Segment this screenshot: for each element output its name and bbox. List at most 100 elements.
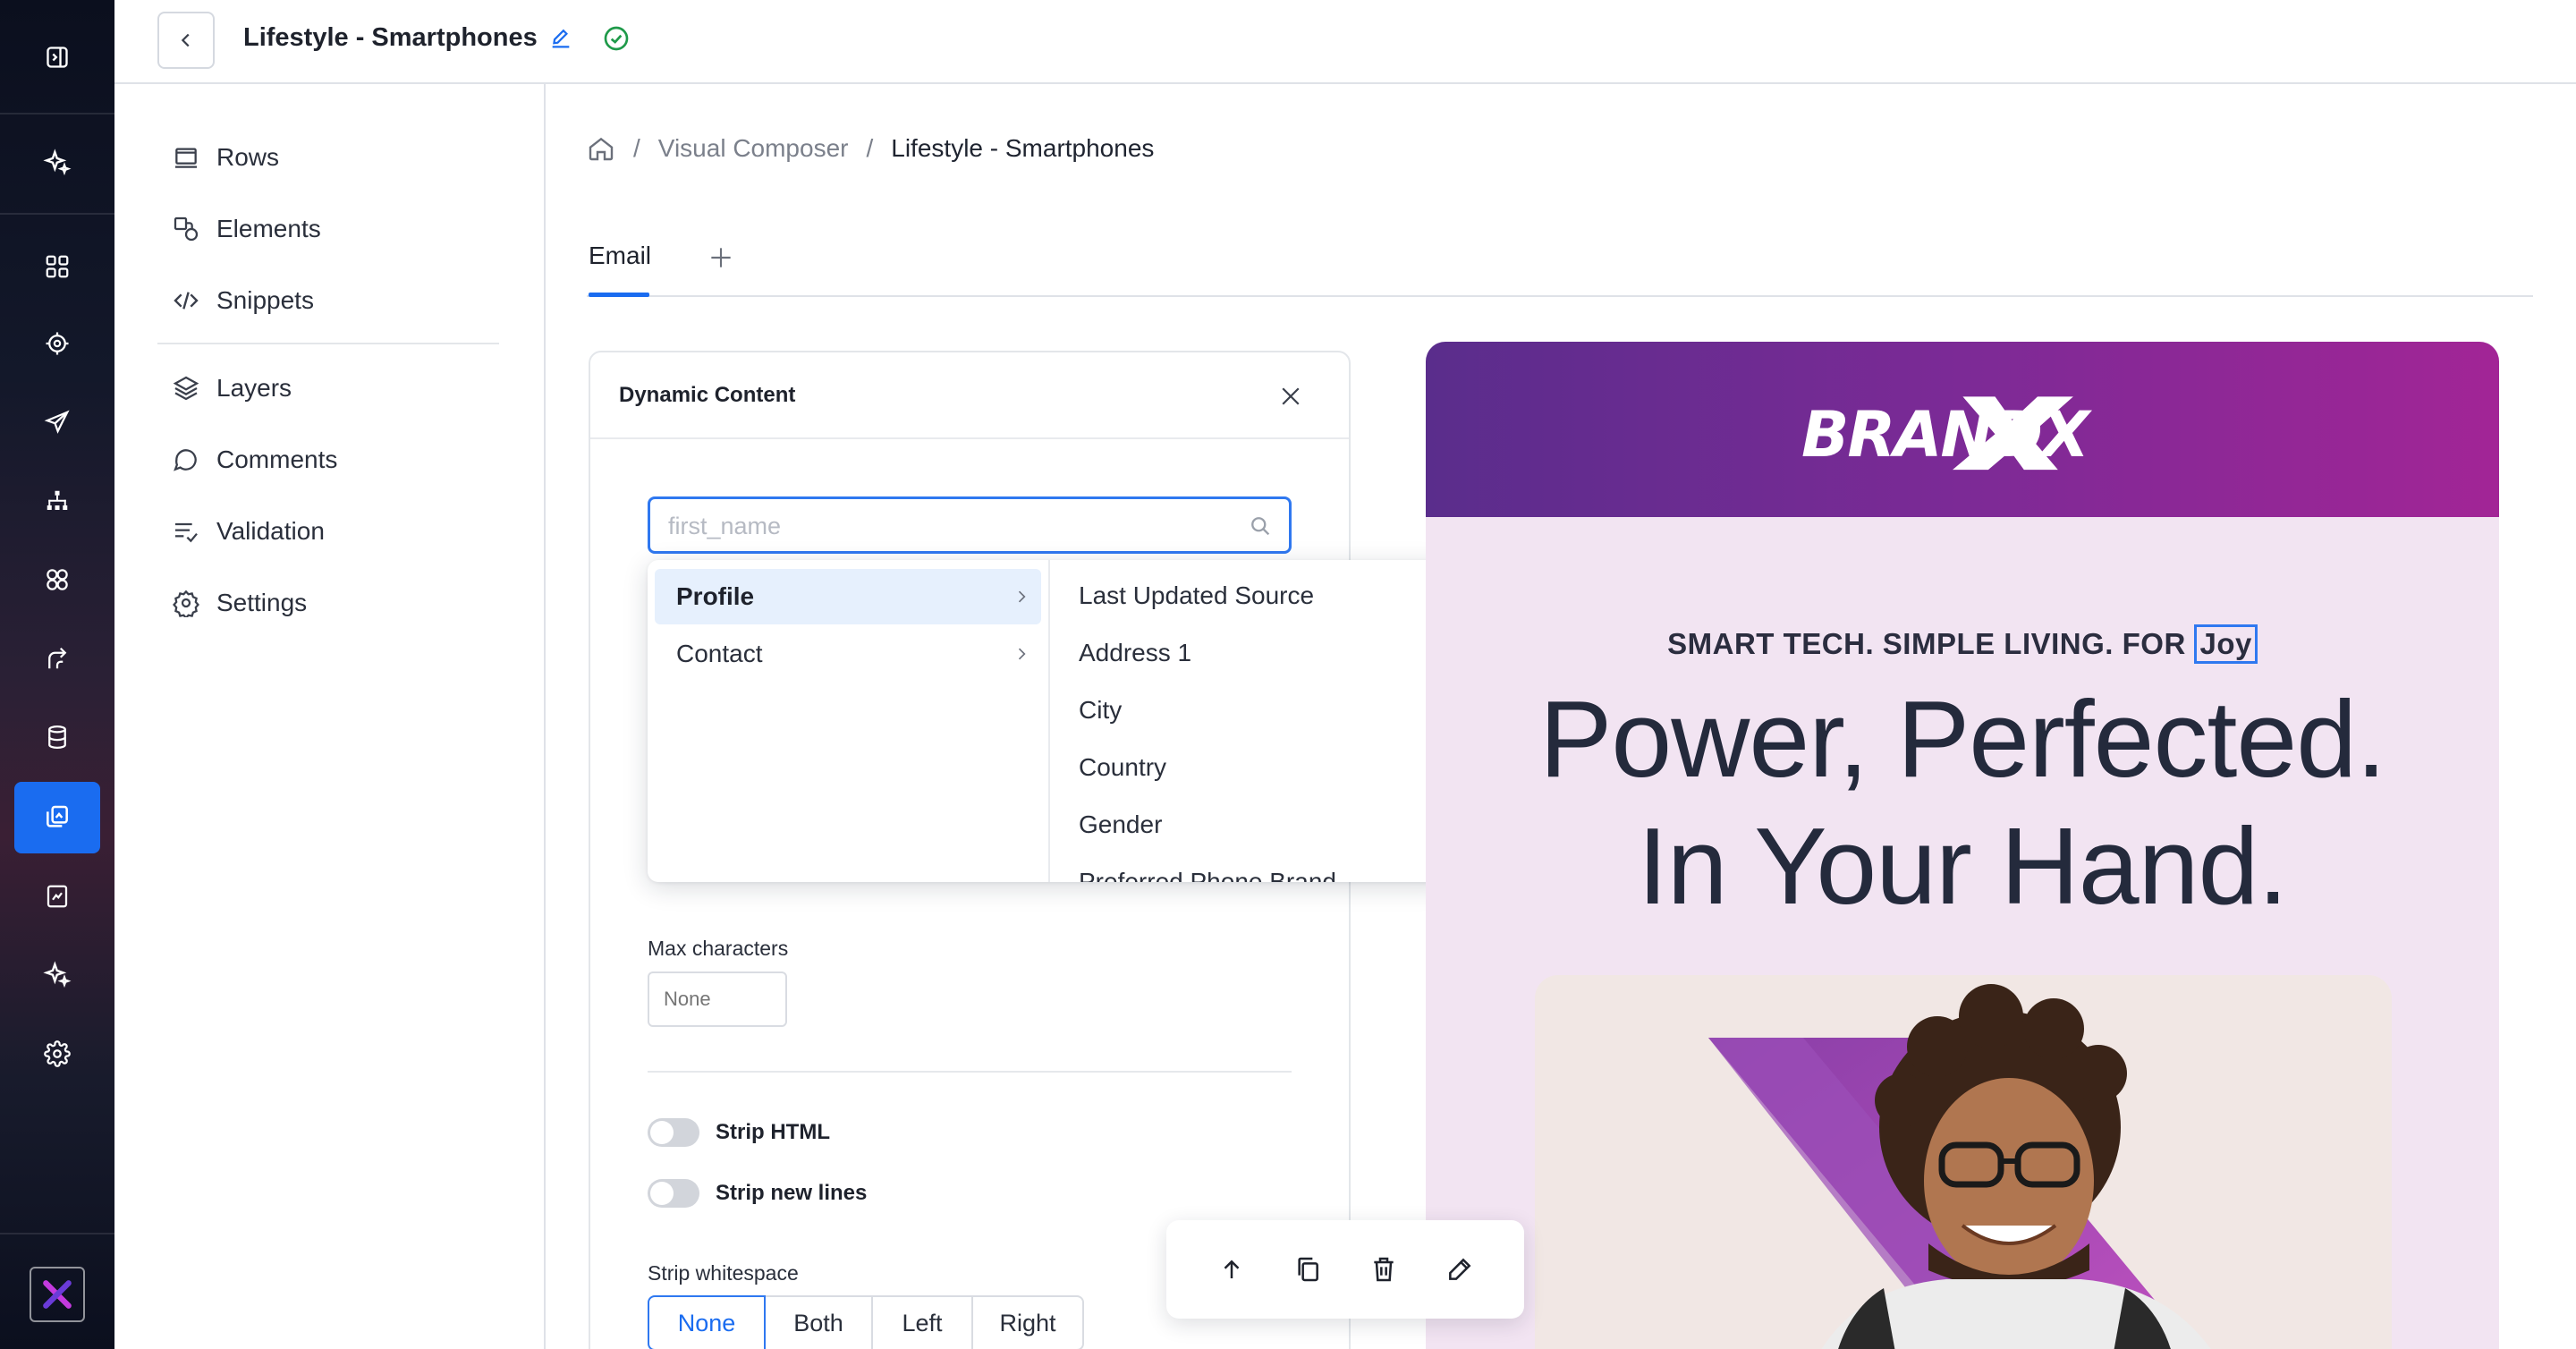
collapse-panel-icon[interactable] (32, 32, 82, 82)
move-up-button[interactable] (1211, 1249, 1252, 1290)
breadcrumb-visual-composer[interactable]: Visual Composer (658, 134, 849, 163)
edit-button[interactable] (1439, 1249, 1480, 1290)
rail-divider (0, 1233, 114, 1234)
strip-whitespace-label: Strip whitespace (648, 1261, 799, 1285)
close-icon[interactable] (1277, 383, 1304, 410)
field-option[interactable]: Country (1079, 753, 1166, 782)
field-search-box (648, 496, 1292, 554)
home-icon[interactable] (587, 134, 615, 163)
pre-tag-text: SMART TECH. SIMPLE LIVING. FOR (1667, 627, 2186, 660)
add-tab-icon[interactable] (707, 243, 735, 272)
pencil-icon (1448, 1258, 1470, 1280)
menu-item-validation[interactable]: Validation (172, 505, 325, 558)
comment-icon (174, 449, 197, 471)
email-header-banner: BRANDX (1426, 342, 2499, 517)
field-picker-dropdown: Profile Contact Last Updated Source Addr… (648, 560, 1451, 882)
strip-new-lines-row[interactable]: Strip new lines (648, 1177, 867, 1209)
menu-item-elements[interactable]: Elements (172, 202, 321, 256)
category-profile[interactable]: Profile (655, 569, 1041, 624)
max-characters-label: Max characters (648, 937, 789, 960)
app-rail (0, 0, 114, 1349)
headline-line-1: Power, Perfected. (1539, 678, 2386, 800)
menu-divider (157, 343, 499, 344)
database-icon[interactable] (32, 712, 82, 762)
breadcrumb-separator: / (866, 134, 874, 162)
strip-new-lines-toggle[interactable] (648, 1179, 699, 1208)
document-title: Lifestyle - Smartphones (243, 23, 538, 52)
report-icon[interactable] (32, 871, 82, 921)
trash-icon (1373, 1257, 1394, 1282)
menu-item-layers[interactable]: Layers (172, 361, 292, 415)
field-option[interactable]: City (1079, 696, 1122, 725)
document-title-row: Lifestyle - Smartphones (243, 23, 631, 53)
menu-item-comments[interactable]: Comments (172, 433, 337, 487)
gear-icon (173, 590, 199, 617)
back-button[interactable] (157, 12, 215, 69)
send-icon[interactable] (32, 397, 82, 447)
edit-title-icon[interactable] (548, 26, 573, 51)
menu-item-snippets[interactable]: Snippets (172, 274, 314, 327)
arrow-up-icon (1224, 1260, 1239, 1278)
tab-email[interactable]: Email (589, 242, 651, 270)
max-characters-input[interactable] (648, 971, 787, 1027)
chevron-right-icon (1018, 590, 1026, 603)
menu-item-label: Snippets (216, 286, 314, 314)
content-library-icon[interactable] (32, 793, 82, 843)
field-option[interactable]: Address 1 (1079, 639, 1191, 667)
menu-item-label: Settings (216, 589, 308, 616)
copy-icon (1297, 1257, 1318, 1282)
delete-button[interactable] (1363, 1249, 1404, 1290)
settings-icon[interactable] (32, 1029, 82, 1079)
strip-new-lines-label: Strip new lines (716, 1181, 868, 1205)
whitespace-option-right[interactable]: Right (971, 1295, 1084, 1349)
strip-html-label: Strip HTML (716, 1120, 830, 1144)
field-search-input[interactable] (668, 508, 1223, 544)
whitespace-option-none[interactable]: None (648, 1295, 766, 1349)
headline-line-2: In Your Hand. (1637, 805, 2288, 927)
flow-icon[interactable] (32, 633, 82, 683)
panel-title: Dynamic Content (619, 383, 796, 407)
saved-check-icon (604, 26, 629, 50)
target-icon[interactable] (32, 318, 82, 369)
strip-html-toggle[interactable] (648, 1118, 699, 1147)
dynamic-token-first-name[interactable]: Joy (2194, 624, 2258, 664)
integrations-icon[interactable] (32, 555, 82, 605)
menu-item-settings[interactable]: Settings (172, 576, 307, 630)
email-pre-tag[interactable]: SMART TECH. SIMPLE LIVING. FOR Joy (1426, 624, 2499, 664)
dropdown-column-divider (1048, 560, 1050, 882)
hierarchy-icon[interactable] (32, 476, 82, 526)
tabs-divider (587, 295, 2533, 297)
category-label: Contact (676, 640, 763, 667)
menu-item-label: Rows (216, 143, 280, 171)
chevron-left-icon (181, 33, 190, 47)
field-option[interactable]: Gender (1079, 810, 1162, 839)
brandx-logo: BRANDX (1801, 396, 2094, 471)
duplicate-button[interactable] (1287, 1249, 1328, 1290)
email-preview[interactable]: BRANDX SMART TECH. SIMPLE LIVING. FOR Jo… (1426, 342, 2499, 1349)
panel-header-divider (590, 437, 1349, 439)
menu-item-label: Validation (216, 517, 325, 545)
field-option[interactable]: Preferred Phone Brand (1079, 868, 1336, 882)
category-label: Profile (676, 582, 755, 610)
menu-item-rows[interactable]: Rows (172, 131, 279, 184)
strip-html-row[interactable]: Strip HTML (648, 1116, 830, 1149)
whitespace-option-both[interactable]: Both (764, 1295, 873, 1349)
ai-sparkle-icon[interactable] (32, 138, 82, 188)
chevron-right-icon (1018, 648, 1026, 660)
search-icon (1251, 517, 1270, 536)
hero-image (1535, 975, 2392, 1349)
dashboard-icon[interactable] (32, 242, 82, 292)
strip-whitespace-group: None Both Left Right (648, 1295, 1084, 1349)
field-option[interactable]: Last Updated Source (1079, 581, 1314, 610)
sparkle-icon[interactable] (32, 950, 82, 1000)
whitespace-option-left[interactable]: Left (871, 1295, 973, 1349)
rows-icon (175, 148, 197, 168)
section-divider (648, 1071, 1292, 1073)
category-contact[interactable]: Contact (655, 626, 1041, 682)
hero-illustration (1708, 984, 2211, 1349)
breadcrumb: / Visual Composer / Lifestyle - Smartpho… (587, 131, 1154, 166)
active-tab-indicator (589, 293, 649, 297)
app-logo-icon[interactable] (30, 1267, 85, 1322)
rail-divider (0, 213, 114, 215)
elements-icon (174, 216, 199, 242)
